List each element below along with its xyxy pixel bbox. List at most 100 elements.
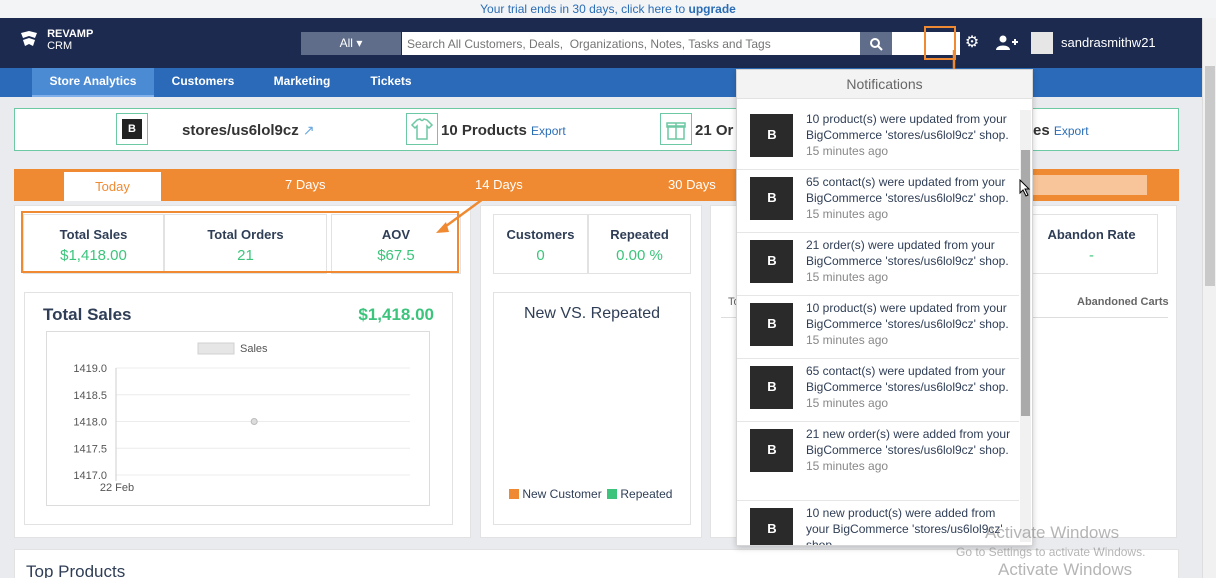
- tab-tickets[interactable]: Tickets: [364, 68, 418, 97]
- y-tick-label: 1419.0: [73, 363, 107, 375]
- abandon-rate-value: -: [1089, 247, 1094, 264]
- top-header: REVAMP CRM All ▾ ⚙ s: [0, 18, 1202, 68]
- legend-swatch-repeated: [607, 489, 618, 499]
- notification-time: 15 minutes ago: [806, 333, 889, 347]
- notification-time: 15 minutes ago: [806, 396, 889, 410]
- notification-time: 15 minutes ago: [806, 459, 889, 473]
- notification-text: 21 new order(s) were added from your Big…: [806, 427, 1011, 457]
- export-products-link[interactable]: Export: [531, 124, 566, 138]
- notifications-header: Notifications: [737, 70, 1032, 99]
- range-custom-field[interactable]: [1024, 175, 1147, 195]
- total-sales-chart-card: Total Sales $1,418.00 Sales 1419.0 1418.5 1…: [24, 292, 453, 525]
- store-name[interactable]: stores/us6lol9cz ↗: [182, 122, 315, 139]
- notification-item[interactable]: B 65 contact(s) were updated from your B…: [737, 359, 1019, 422]
- tab-customers[interactable]: Customers: [166, 68, 240, 97]
- notification-item[interactable]: B 10 new product(s) were added from your…: [737, 501, 1019, 546]
- repeated-label: Repeated: [610, 227, 669, 242]
- range-today-tab[interactable]: Today: [64, 172, 161, 201]
- y-tick-label: 1417.5: [73, 443, 107, 455]
- logo-icon: [21, 31, 37, 46]
- gift-icon: [660, 113, 692, 145]
- abandon-rate-stat: Abandon Rate -: [1025, 214, 1158, 274]
- tab-store-analytics[interactable]: Store Analytics: [32, 68, 154, 97]
- page-scrollbar[interactable]: [1202, 18, 1216, 578]
- bigcommerce-icon: B: [750, 508, 793, 545]
- settings-button[interactable]: ⚙: [961, 32, 983, 54]
- notifications-scrollbar[interactable]: [1020, 110, 1031, 542]
- new-vs-repeated-card: New VS. Repeated New Customer Repeated: [493, 292, 691, 525]
- abandoned-carts-header: Abandoned Carts: [1077, 296, 1169, 308]
- legend-swatch-new: [509, 489, 519, 499]
- notification-time: 15 minutes ago: [806, 144, 889, 158]
- notification-item[interactable]: B 10 product(s) were updated from your B…: [737, 107, 1019, 170]
- notification-body: 65 contact(s) were updated from your Big…: [806, 363, 1016, 411]
- customers-panel: Customers 0 Repeated 0.00 % New VS. Repe…: [480, 205, 702, 538]
- store-name-text: stores/us6lol9cz: [182, 122, 299, 139]
- search-scope-dropdown[interactable]: All ▾: [301, 32, 401, 55]
- repeated-value: 0.00 %: [616, 247, 663, 264]
- repeated-stat: Repeated 0.00 %: [588, 214, 691, 274]
- username[interactable]: sandrasmithw21: [1061, 35, 1156, 50]
- y-tick-label: 1417.0: [73, 470, 107, 482]
- add-user-button[interactable]: [994, 32, 1020, 54]
- notification-item[interactable]: B 65 contact(s) were updated from your B…: [737, 170, 1019, 233]
- notification-time: 15 minutes ago: [806, 270, 889, 284]
- notification-item[interactable]: B 21 new order(s) were added from your B…: [737, 422, 1019, 501]
- bell-icon: [933, 35, 947, 52]
- caret-down-icon: ▾: [356, 36, 363, 50]
- bigcommerce-icon: B: [750, 429, 793, 472]
- notifications-list: B 10 product(s) were updated from your B…: [737, 107, 1019, 546]
- notification-text: 10 product(s) were updated from your Big…: [806, 301, 1009, 331]
- page-scroll-thumb[interactable]: [1205, 66, 1215, 286]
- notification-text: 65 contact(s) were updated from your Big…: [806, 175, 1009, 205]
- notification-body: 10 product(s) were updated from your Big…: [806, 300, 1016, 348]
- new-vs-repeated-title: New VS. Repeated: [523, 305, 661, 322]
- notification-text: 10 product(s) were updated from your Big…: [806, 112, 1009, 142]
- watermark-line2: Go to Settings to activate Windows.: [956, 545, 1146, 559]
- app-logo[interactable]: REVAMP CRM: [18, 28, 93, 52]
- notification-item[interactable]: B 21 order(s) were updated from your Big…: [737, 233, 1019, 296]
- trial-text: Your trial ends in 30 days, click here t…: [480, 2, 686, 16]
- watermark-line1: Activate Windows: [985, 523, 1120, 542]
- logo-line2: CRM: [47, 40, 73, 52]
- search-scope-label: All: [339, 36, 353, 50]
- range-7-days-tab[interactable]: 7 Days: [285, 177, 325, 192]
- watermark-line3: Activate Windows: [998, 560, 1133, 578]
- bigcommerce-icon: B: [750, 177, 793, 220]
- add-user-icon: [996, 35, 1018, 50]
- legend-label-sales: Sales: [240, 343, 268, 355]
- search-button[interactable]: [860, 32, 892, 55]
- bigcommerce-icon: B: [750, 240, 793, 283]
- notification-text: 10 new product(s) were added from your B…: [806, 506, 1003, 546]
- bigcommerce-icon: B: [750, 366, 793, 409]
- tab-marketing[interactable]: Marketing: [266, 68, 338, 97]
- customers-value: 0: [536, 247, 545, 264]
- shirt-icon: [406, 113, 438, 145]
- search-icon: [869, 38, 883, 51]
- notification-text: 65 contact(s) were updated from your Big…: [806, 364, 1009, 394]
- y-tick-label: 1418.0: [73, 417, 107, 429]
- external-link-icon[interactable]: ↗: [303, 122, 315, 138]
- trial-banner[interactable]: Your trial ends in 30 days, click here t…: [0, 0, 1216, 18]
- customers-label: Customers: [506, 227, 575, 242]
- products-count-text: 10 Products: [441, 122, 527, 139]
- export-customers-link[interactable]: Export: [1054, 124, 1089, 138]
- data-point: [250, 418, 258, 425]
- x-tick-label: 22 Feb: [100, 482, 134, 494]
- range-14-days-tab[interactable]: 14 Days: [475, 177, 523, 192]
- customers-count-tail: es: [1033, 122, 1050, 139]
- bigcommerce-icon: B: [750, 303, 793, 346]
- bigcommerce-store-icon: B: [116, 113, 148, 145]
- range-30-days-tab[interactable]: 30 Days: [668, 177, 716, 192]
- notification-body: 21 order(s) were updated from your BigCo…: [806, 237, 1016, 285]
- products-count: 10 Products Export: [441, 122, 566, 139]
- new-vs-repeated-legend: New Customer Repeated: [509, 487, 672, 501]
- logo-line1: REVAMP: [47, 28, 94, 40]
- upgrade-link[interactable]: upgrade: [689, 2, 736, 16]
- legend-repeated: Repeated: [620, 487, 673, 501]
- notifications-button[interactable]: [924, 26, 956, 60]
- notification-item[interactable]: B 10 product(s) were updated from your B…: [737, 296, 1019, 359]
- customers-stat: Customers 0: [493, 214, 588, 274]
- chart-title: Total Sales: [43, 305, 132, 324]
- avatar[interactable]: [1031, 32, 1053, 54]
